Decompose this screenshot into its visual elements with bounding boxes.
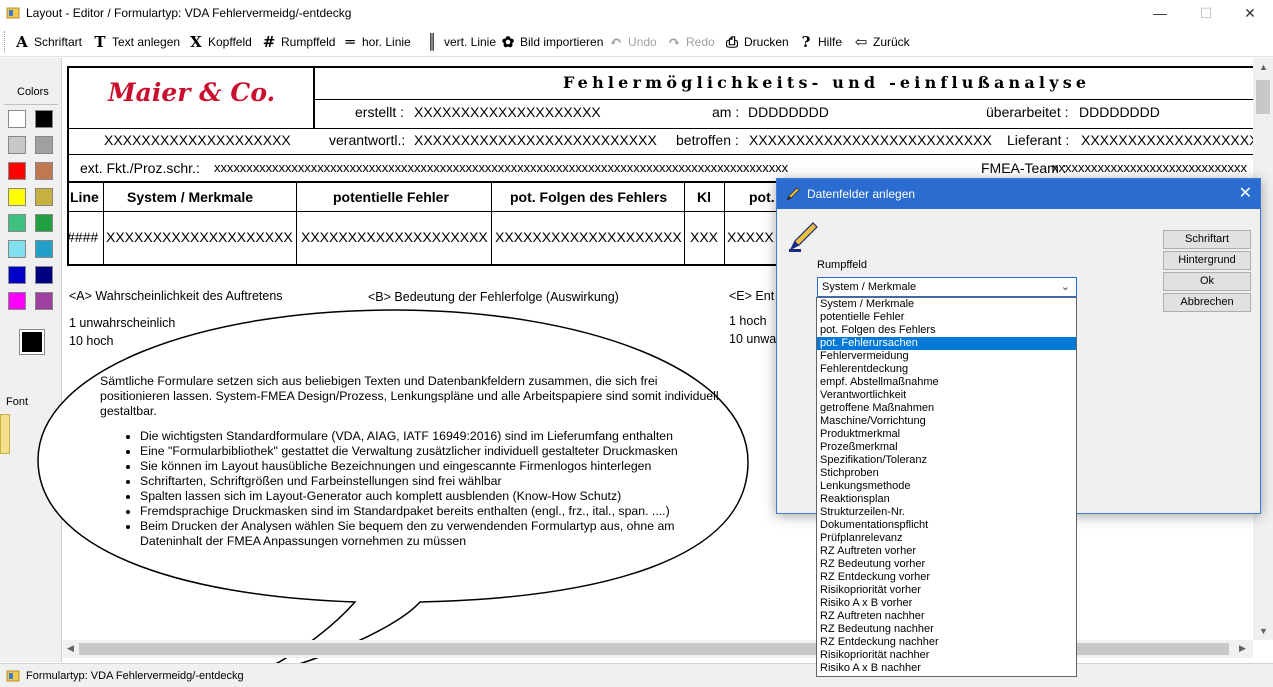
dialog-close-icon[interactable]: ✕ xyxy=(1239,183,1252,203)
dialog-title: Datenfelder anlegen xyxy=(807,187,916,201)
dropdown-option[interactable]: Lenkungsmethode xyxy=(817,480,1076,493)
callout-text: Sämtliche Formulare setzen sich aus beli… xyxy=(100,374,720,549)
callout-bullet: Spalten lassen sich im Layout-Generator … xyxy=(140,489,720,504)
dropdown-option[interactable]: RZ Entdeckung vorher xyxy=(817,571,1076,584)
dropdown-option[interactable]: Reaktionsplan xyxy=(817,493,1076,506)
chevron-down-icon[interactable]: ⌄ xyxy=(1061,280,1070,293)
dropdown-option[interactable]: Stichproben xyxy=(817,467,1076,480)
callout-bullet: Eine "Formularbibliothek" gestattet die … xyxy=(140,444,720,459)
hintergrund-button[interactable]: Hintergrund xyxy=(1163,251,1251,270)
scroll-right-icon[interactable]: ▶ xyxy=(1239,643,1246,654)
rumpffeld-select[interactable]: System / Merkmale ⌄ xyxy=(817,277,1077,297)
dropdown-option[interactable]: Spezifikation/Toleranz xyxy=(817,454,1076,467)
schriftart-dialog-button[interactable]: Schriftart xyxy=(1163,230,1251,249)
callout-bullet: Fremdsprachige Druckmasken sind im Stand… xyxy=(140,504,720,519)
dropdown-option[interactable]: RZ Entdeckung nachher xyxy=(817,636,1076,649)
callout-bullet: Schriftarten, Schriftgrößen und Farbeins… xyxy=(140,474,720,489)
callout-bullet: Beim Drucken der Analysen wählen Sie beq… xyxy=(140,519,720,549)
dropdown-option[interactable]: RZ Bedeutung vorher xyxy=(817,558,1076,571)
dropdown-option[interactable]: Dokumentationspflicht xyxy=(817,519,1076,532)
callout-bullet: Sie können im Layout hausübliche Bezeich… xyxy=(140,459,720,474)
dropdown-option[interactable]: Risiko A x B nachher xyxy=(817,662,1076,675)
dropdown-option[interactable]: empf. Abstellmaßnahme xyxy=(817,376,1076,389)
dropdown-option[interactable]: System / Merkmale xyxy=(817,298,1076,311)
dropdown-option[interactable]: Maschine/Vorrichtung xyxy=(817,415,1076,428)
rumpffeld-label: Rumpffeld xyxy=(817,259,867,271)
scroll-up-icon[interactable]: ▲ xyxy=(1259,62,1268,72)
dropdown-option[interactable]: Fehlerentdeckung xyxy=(817,363,1076,376)
dropdown-option[interactable]: RZ Bedeutung nachher xyxy=(817,623,1076,636)
form-type-icon xyxy=(6,670,20,682)
dropdown-option[interactable]: RZ Auftreten nachher xyxy=(817,610,1076,623)
dropdown-option[interactable]: Strukturzeilen-Nr. xyxy=(817,506,1076,519)
dropdown-option[interactable]: pot. Fehlerursachen xyxy=(817,337,1076,350)
dropdown-option[interactable]: Produktmerkmal xyxy=(817,428,1076,441)
status-bar: Formulartyp: VDA Fehlervermeidg/-entdeck… xyxy=(0,663,1273,687)
dialog-title-bar: Datenfelder anlegen ✕ xyxy=(777,179,1260,209)
rumpffeld-dropdown-list[interactable]: System / Merkmale potentielle Fehler pot. … xyxy=(816,297,1077,677)
dropdown-option[interactable]: Risiko A x B vorher xyxy=(817,597,1076,610)
dropdown-option[interactable]: Risikopriorität nachher xyxy=(817,649,1076,662)
callout-intro: Sämtliche Formulare setzen sich aus beli… xyxy=(100,374,719,418)
dropdown-option[interactable]: potentielle Fehler xyxy=(817,311,1076,324)
abbrechen-button[interactable]: Abbrechen xyxy=(1163,293,1251,312)
dropdown-option[interactable]: Fehlervermeidung xyxy=(817,350,1076,363)
combo-value: System / Merkmale xyxy=(822,281,917,293)
dropdown-option[interactable]: pot. Folgen des Fehlers xyxy=(817,324,1076,337)
dropdown-option[interactable]: Prüfplanrelevanz xyxy=(817,532,1076,545)
dropdown-option[interactable]: getroffene Maßnahmen xyxy=(817,402,1076,415)
dropdown-option[interactable]: Risikopriorität vorher xyxy=(817,584,1076,597)
dropdown-option[interactable]: Verantwortlichkeit xyxy=(817,389,1076,402)
scroll-down-icon[interactable]: ▼ xyxy=(1259,626,1268,636)
scroll-thumb[interactable] xyxy=(1256,80,1270,114)
callout-bullet: Die wichtigsten Standardformulare (VDA, … xyxy=(140,429,720,444)
pen-icon xyxy=(786,187,800,201)
dropdown-option[interactable]: Prozeßmerkmal xyxy=(817,441,1076,454)
scroll-left-icon[interactable]: ◀ xyxy=(67,643,74,654)
callout-bullets: Die wichtigsten Standardformulare (VDA, … xyxy=(100,429,720,549)
status-text: Formulartyp: VDA Fehlervermeidg/-entdeck… xyxy=(26,670,244,682)
ok-button[interactable]: Ok xyxy=(1163,272,1251,291)
pen-icon xyxy=(789,222,818,252)
dropdown-option[interactable]: RZ Auftreten vorher xyxy=(817,545,1076,558)
